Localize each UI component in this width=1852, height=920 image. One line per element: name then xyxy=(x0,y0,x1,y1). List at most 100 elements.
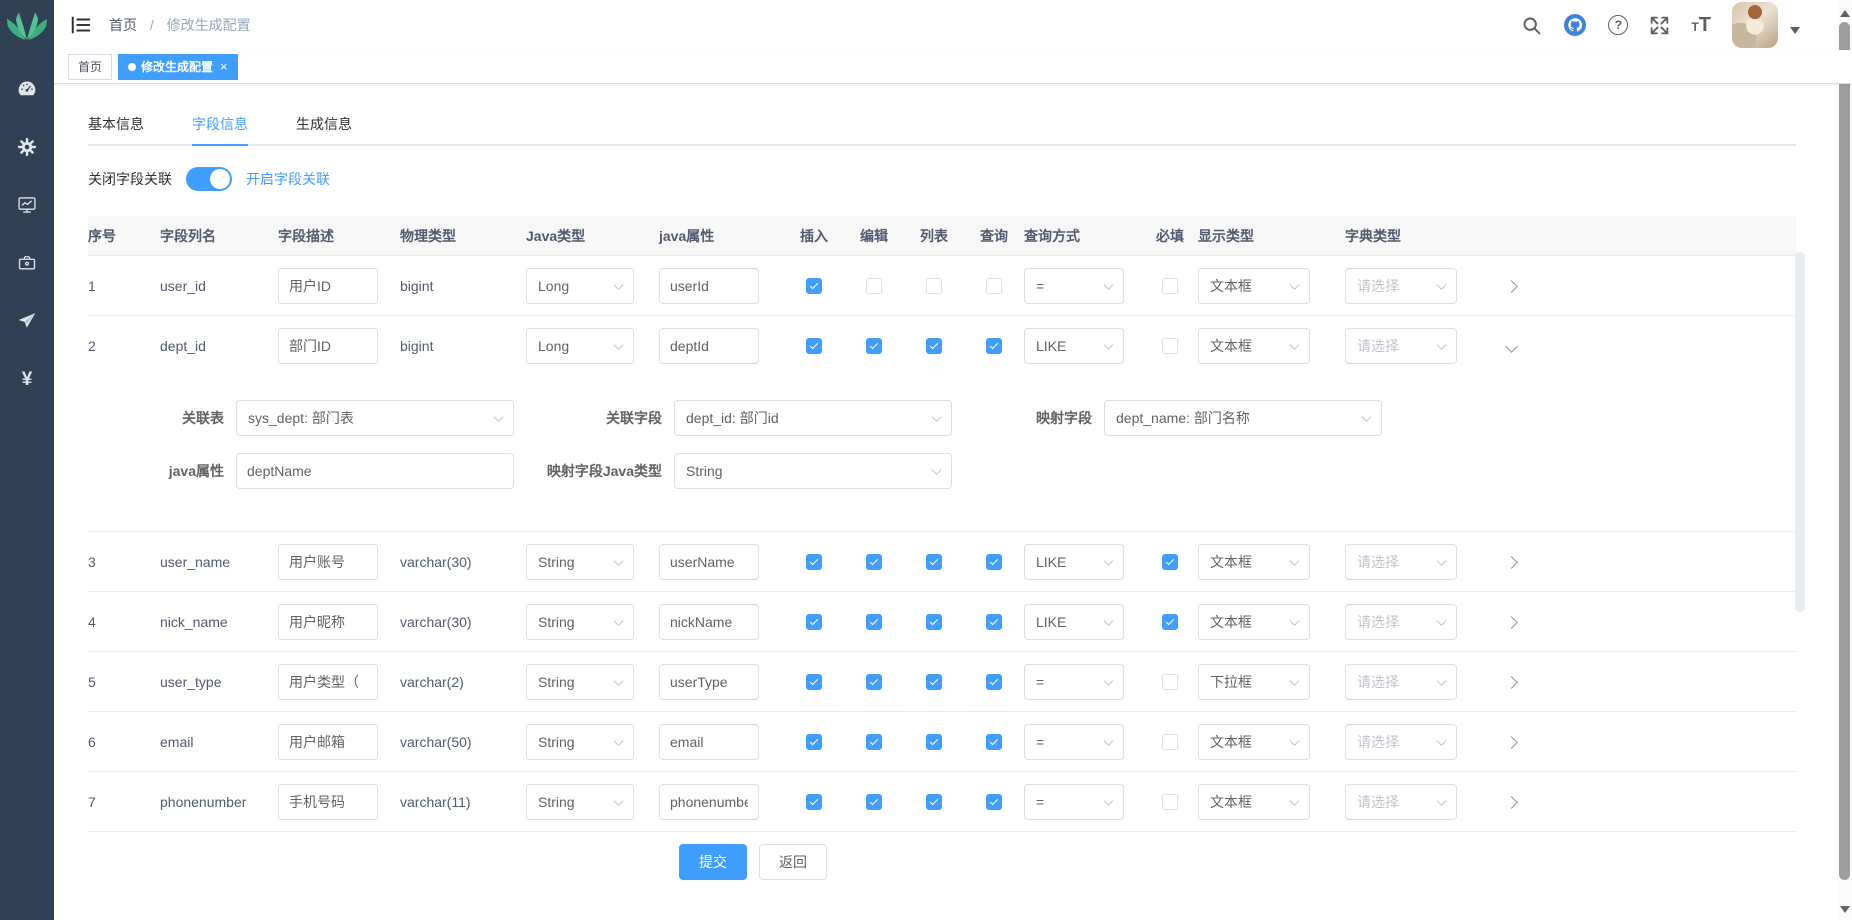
sidebar-item-monitor[interactable] xyxy=(0,176,54,234)
expand-row-icon[interactable] xyxy=(1505,616,1518,629)
github-icon[interactable] xyxy=(1563,13,1587,37)
expand-row-icon[interactable] xyxy=(1505,796,1518,809)
insert-checkbox[interactable] xyxy=(806,734,822,750)
java-type-select[interactable]: String xyxy=(526,784,634,820)
expand-row-icon[interactable] xyxy=(1505,736,1518,749)
sidebar-item-currency[interactable]: ¥ xyxy=(0,350,54,408)
edit-checkbox[interactable] xyxy=(866,338,882,354)
query-method-select[interactable]: = xyxy=(1024,724,1124,760)
edit-checkbox[interactable] xyxy=(866,554,882,570)
dict-type-select[interactable]: 请选择 xyxy=(1345,604,1457,640)
query-method-select[interactable]: = xyxy=(1024,268,1124,304)
scrollbar-down-arrow-icon[interactable] xyxy=(1840,906,1850,918)
insert-checkbox[interactable] xyxy=(806,338,822,354)
query-method-select[interactable]: LIKE xyxy=(1024,604,1124,640)
display-type-select[interactable]: 文本框 xyxy=(1198,724,1310,760)
query-method-select[interactable]: = xyxy=(1024,664,1124,700)
description-input[interactable] xyxy=(278,724,378,760)
java-type-select[interactable]: String xyxy=(526,724,634,760)
dict-type-select[interactable]: 请选择 xyxy=(1345,784,1457,820)
insert-checkbox[interactable] xyxy=(806,554,822,570)
list-checkbox[interactable] xyxy=(926,674,942,690)
display-type-select[interactable]: 文本框 xyxy=(1198,604,1310,640)
display-type-select[interactable]: 文本框 xyxy=(1198,328,1310,364)
query-checkbox[interactable] xyxy=(986,278,1002,294)
java-attr-input[interactable] xyxy=(659,544,759,580)
description-input[interactable] xyxy=(278,604,378,640)
insert-checkbox[interactable] xyxy=(806,278,822,294)
query-checkbox[interactable] xyxy=(986,794,1002,810)
display-type-select[interactable]: 文本框 xyxy=(1198,784,1310,820)
expand-row-icon[interactable] xyxy=(1505,280,1518,293)
java-attr-input[interactable] xyxy=(659,328,759,364)
display-type-select[interactable]: 文本框 xyxy=(1198,544,1310,580)
expand-row-icon[interactable] xyxy=(1505,676,1518,689)
browser-scrollbar[interactable] xyxy=(1837,0,1852,920)
list-checkbox[interactable] xyxy=(926,278,942,294)
query-checkbox[interactable] xyxy=(986,338,1002,354)
submit-button[interactable]: 提交 xyxy=(679,844,747,880)
java-attr-input[interactable] xyxy=(659,604,759,640)
list-checkbox[interactable] xyxy=(926,614,942,630)
breadcrumb-home[interactable]: 首页 xyxy=(109,17,137,33)
java-attr-input[interactable] xyxy=(659,268,759,304)
java-type-select[interactable]: Long xyxy=(526,328,634,364)
list-checkbox[interactable] xyxy=(926,734,942,750)
query-method-select[interactable]: LIKE xyxy=(1024,328,1124,364)
dict-type-select[interactable]: 请选择 xyxy=(1345,724,1457,760)
required-checkbox[interactable] xyxy=(1162,674,1178,690)
java-type-select[interactable]: Long xyxy=(526,268,634,304)
query-checkbox[interactable] xyxy=(986,674,1002,690)
required-checkbox[interactable] xyxy=(1162,554,1178,570)
association-toggle[interactable] xyxy=(186,167,232,191)
query-method-select[interactable]: = xyxy=(1024,784,1124,820)
description-input[interactable] xyxy=(278,784,378,820)
dict-type-select[interactable]: 请选择 xyxy=(1345,328,1457,364)
collapse-row-icon[interactable] xyxy=(1505,340,1518,353)
expand-row-icon[interactable] xyxy=(1505,556,1518,569)
fullscreen-icon[interactable] xyxy=(1649,15,1670,36)
required-checkbox[interactable] xyxy=(1162,338,1178,354)
query-checkbox[interactable] xyxy=(986,554,1002,570)
edit-checkbox[interactable] xyxy=(866,674,882,690)
tab-2[interactable]: 生成信息 xyxy=(296,104,352,144)
avatar[interactable] xyxy=(1732,2,1778,48)
required-checkbox[interactable] xyxy=(1162,614,1178,630)
mapped-java-type-select[interactable]: String xyxy=(674,453,952,489)
user-menu[interactable] xyxy=(1732,2,1800,48)
display-type-select[interactable]: 文本框 xyxy=(1198,268,1310,304)
mapped-field-select[interactable]: dept_name: 部门名称 xyxy=(1104,400,1382,436)
scrollbar-up-arrow-icon[interactable] xyxy=(1840,5,1850,17)
dict-type-select[interactable]: 请选择 xyxy=(1345,544,1457,580)
java-attr-input[interactable] xyxy=(659,724,759,760)
required-checkbox[interactable] xyxy=(1162,734,1178,750)
edit-checkbox[interactable] xyxy=(866,794,882,810)
dict-type-select[interactable]: 请选择 xyxy=(1345,664,1457,700)
display-type-select[interactable]: 下拉框 xyxy=(1198,664,1310,700)
table-scrollbar-thumb[interactable] xyxy=(1795,252,1805,612)
query-method-select[interactable]: LIKE xyxy=(1024,544,1124,580)
description-input[interactable] xyxy=(278,328,378,364)
java-type-select[interactable]: String xyxy=(526,544,634,580)
query-checkbox[interactable] xyxy=(986,614,1002,630)
edit-checkbox[interactable] xyxy=(866,734,882,750)
required-checkbox[interactable] xyxy=(1162,794,1178,810)
description-input[interactable] xyxy=(278,268,378,304)
tab-0[interactable]: 基本信息 xyxy=(88,104,144,144)
insert-checkbox[interactable] xyxy=(806,614,822,630)
related-field-select[interactable]: dept_id: 部门id xyxy=(674,400,952,436)
scrollbar-thumb[interactable] xyxy=(1839,22,1850,880)
app-logo[interactable] xyxy=(0,0,54,56)
dict-type-select[interactable]: 请选择 xyxy=(1345,268,1457,304)
java-attr-input[interactable] xyxy=(236,453,514,489)
tag-active[interactable]: 修改生成配置 × xyxy=(118,54,238,80)
tab-1[interactable]: 字段信息 xyxy=(192,104,248,144)
list-checkbox[interactable] xyxy=(926,338,942,354)
font-size-icon[interactable]: TT xyxy=(1691,14,1711,37)
sidebar-item-settings[interactable] xyxy=(0,118,54,176)
java-attr-input[interactable] xyxy=(659,784,759,820)
related-table-select[interactable]: sys_dept: 部门表 xyxy=(236,400,514,436)
help-icon[interactable]: ? xyxy=(1608,15,1628,35)
insert-checkbox[interactable] xyxy=(806,674,822,690)
search-icon[interactable] xyxy=(1521,15,1542,36)
